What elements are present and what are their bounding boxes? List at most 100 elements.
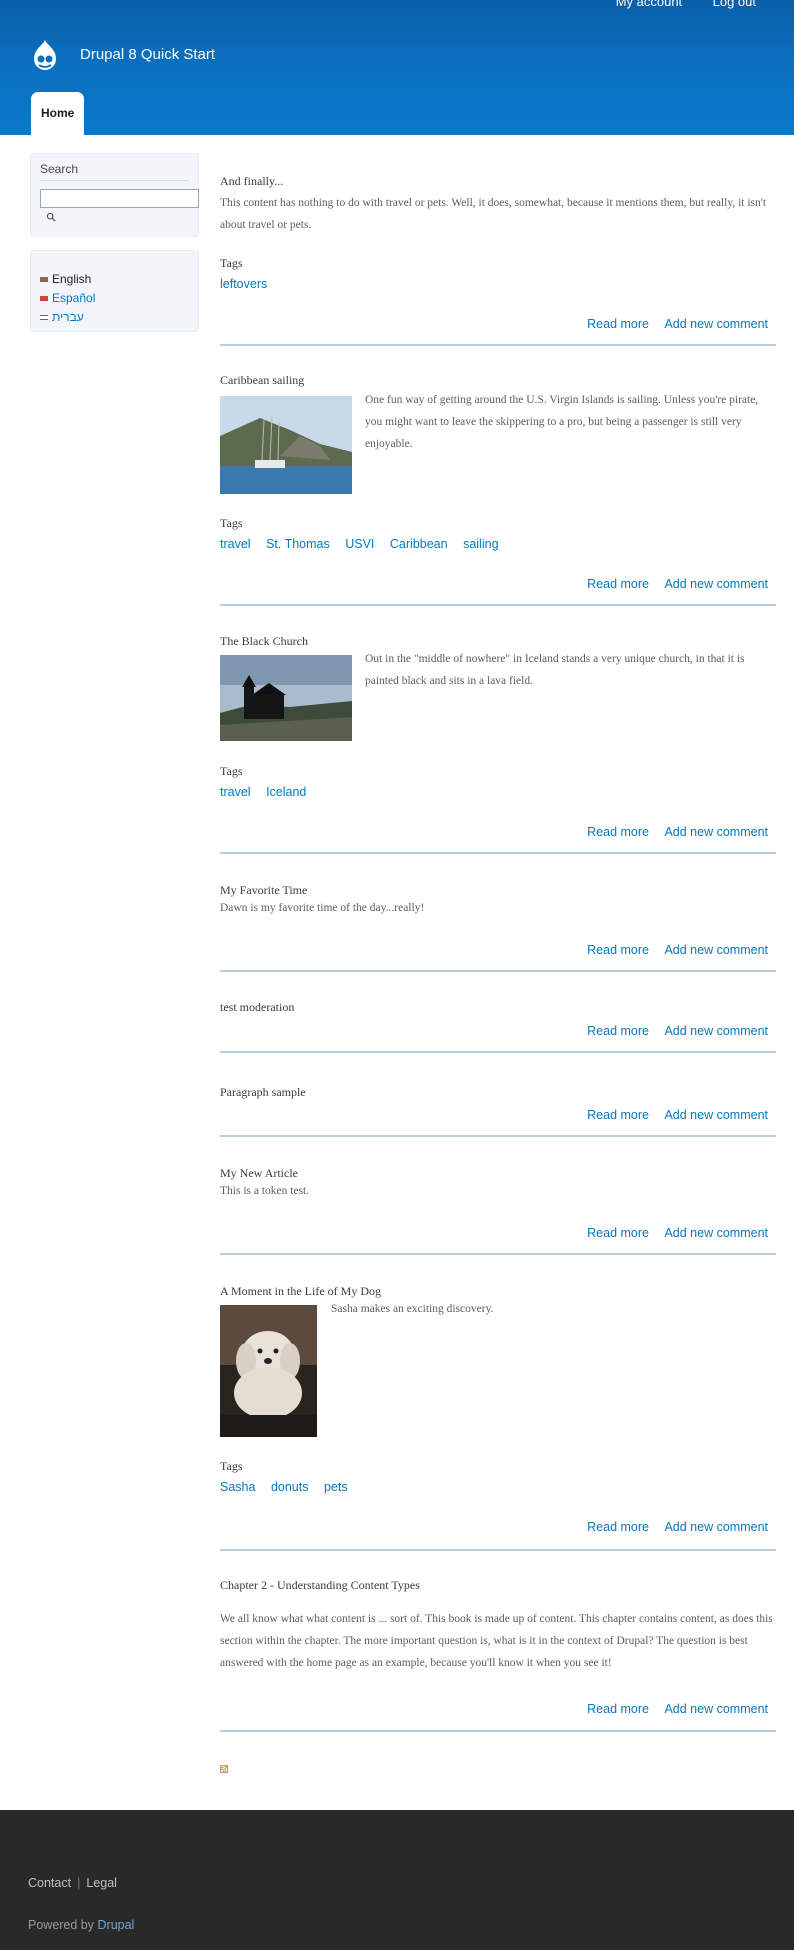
divider: [220, 1051, 776, 1053]
add-comment-link[interactable]: Add new comment: [664, 1024, 768, 1038]
tag-link[interactable]: donuts: [271, 1480, 309, 1494]
article-title[interactable]: A Moment in the Life of My Dog: [220, 1284, 381, 1299]
site-header: My account Log out Drupal 8 Quick Start …: [0, 0, 794, 135]
tag-link[interactable]: St. Thomas: [266, 537, 330, 551]
read-more-link[interactable]: Read more: [587, 577, 649, 591]
tag-link[interactable]: Iceland: [266, 785, 306, 799]
read-more-link[interactable]: Read more: [587, 825, 649, 839]
tag-link[interactable]: travel: [220, 785, 251, 799]
read-more-link[interactable]: Read more: [587, 1702, 649, 1716]
site-name[interactable]: Drupal 8 Quick Start: [80, 46, 215, 63]
tag-link[interactable]: USVI: [345, 537, 374, 551]
article-title[interactable]: The Black Church: [220, 634, 308, 649]
article-teaser: My New Article This is a token test. Rea…: [220, 1166, 776, 1258]
tab-home[interactable]: Home: [31, 92, 85, 135]
article-body: We all know what what content is ... sor…: [220, 1613, 773, 1669]
add-comment-link[interactable]: Add new comment: [664, 1108, 768, 1122]
tag-link[interactable]: travel: [220, 537, 251, 551]
language-switcher-block: English Español עברית: [30, 250, 199, 332]
add-comment-link[interactable]: Add new comment: [664, 943, 768, 957]
add-comment-link[interactable]: Add new comment: [664, 825, 768, 839]
language-link-hebrew[interactable]: עברית: [52, 308, 84, 327]
contact-link[interactable]: Contact: [28, 1876, 71, 1890]
divider: [220, 344, 776, 346]
article-teaser: A Moment in the Life of My Dog Sasha mak…: [220, 1284, 776, 1554]
tags-list: travel St. Thomas USVI Caribbean sailing: [220, 537, 511, 551]
divider: [220, 852, 776, 854]
article-title[interactable]: Caribbean sailing: [220, 373, 304, 388]
drupal-link[interactable]: Drupal: [98, 1918, 135, 1932]
article-teaser: Paragraph sample Read more Add new comme…: [220, 1085, 776, 1141]
divider: [220, 1135, 776, 1137]
tag-link[interactable]: leftovers: [220, 277, 267, 291]
article-image-church[interactable]: [220, 655, 352, 741]
add-comment-link[interactable]: Add new comment: [664, 1520, 768, 1534]
article-title[interactable]: My New Article: [220, 1166, 298, 1181]
read-more-link[interactable]: Read more: [587, 1108, 649, 1122]
article-body: This is a token test.: [220, 1185, 310, 1197]
site-footer: Contact | Legal Powered by Drupal: [0, 1810, 794, 1950]
read-more-link[interactable]: Read more: [587, 1520, 649, 1534]
tag-link[interactable]: Caribbean: [390, 537, 448, 551]
tag-link[interactable]: sailing: [463, 537, 498, 551]
drupal-logo-icon[interactable]: [28, 38, 62, 72]
read-more-link[interactable]: Read more: [587, 1024, 649, 1038]
log-out-link[interactable]: Log out: [713, 0, 756, 8]
tags-label: Tags: [220, 764, 243, 778]
language-item-espanol: Español: [40, 289, 189, 308]
article-teaser: Chapter 2 - Understanding Content Types …: [220, 1578, 776, 1733]
article-title[interactable]: My Favorite Time: [220, 883, 307, 898]
main-menu: Home: [31, 92, 85, 135]
article-links: Read more Add new comment: [575, 1226, 768, 1240]
flag-icon: [40, 296, 48, 301]
flag-icon: [40, 315, 48, 320]
add-comment-link[interactable]: Add new comment: [664, 1702, 768, 1716]
search-block-title: Search: [40, 162, 189, 181]
tag-link[interactable]: pets: [324, 1480, 348, 1494]
read-more-link[interactable]: Read more: [587, 1226, 649, 1240]
tags-label: Tags: [220, 516, 243, 530]
language-link-espanol[interactable]: Español: [52, 289, 95, 308]
article-links: Read more Add new comment: [575, 1702, 768, 1716]
article-title[interactable]: test moderation: [220, 1000, 294, 1015]
tags-list: leftovers: [220, 277, 279, 291]
language-item-hebrew: עברית: [40, 308, 189, 327]
search-input[interactable]: [40, 189, 199, 208]
flag-icon: [40, 277, 48, 282]
article-title[interactable]: And finally...: [220, 174, 283, 189]
article-title[interactable]: Paragraph sample: [220, 1085, 306, 1100]
language-link-english[interactable]: English: [52, 270, 91, 289]
tags-list: Sasha donuts pets: [220, 1480, 360, 1494]
add-comment-link[interactable]: Add new comment: [664, 577, 768, 591]
read-more-link[interactable]: Read more: [587, 317, 649, 331]
article-teaser: The Black Church Out in the "middle of n…: [220, 634, 776, 856]
tags-label: Tags: [220, 1459, 243, 1473]
add-comment-link[interactable]: Add new comment: [664, 317, 768, 331]
article-teaser: And finally... This content has nothing …: [220, 174, 776, 346]
my-account-link[interactable]: My account: [616, 0, 682, 8]
article-body: This content has nothing to do with trav…: [220, 197, 767, 231]
add-comment-link[interactable]: Add new comment: [664, 1226, 768, 1240]
search-icon[interactable]: [44, 212, 58, 222]
powered-by: Powered by Drupal: [28, 1918, 134, 1932]
secondary-menu: My account Log out: [590, 0, 756, 14]
article-image-sailboat[interactable]: [220, 396, 352, 494]
divider: [220, 970, 776, 972]
divider: [220, 1549, 776, 1551]
tags-label: Tags: [220, 256, 243, 270]
tags-list: travel Iceland: [220, 785, 318, 799]
legal-link[interactable]: Legal: [86, 1876, 117, 1890]
rss-icon[interactable]: [220, 1765, 228, 1773]
powered-by-label: Powered by: [28, 1918, 95, 1932]
article-links: Read more Add new comment: [575, 825, 768, 839]
article-links: Read more Add new comment: [575, 943, 768, 957]
article-links: Read more Add new comment: [575, 1108, 768, 1122]
read-more-link[interactable]: Read more: [587, 943, 649, 957]
divider: [220, 1253, 776, 1255]
article-teaser: test moderation Read more Add new commen…: [220, 1000, 776, 1056]
search-block: Search: [30, 153, 199, 237]
tag-link[interactable]: Sasha: [220, 1480, 255, 1494]
article-title[interactable]: Chapter 2 - Understanding Content Types: [220, 1578, 420, 1593]
article-image-dog[interactable]: [220, 1305, 317, 1437]
article-body: Out in the "middle of nowhere" in Icelan…: [365, 653, 745, 687]
